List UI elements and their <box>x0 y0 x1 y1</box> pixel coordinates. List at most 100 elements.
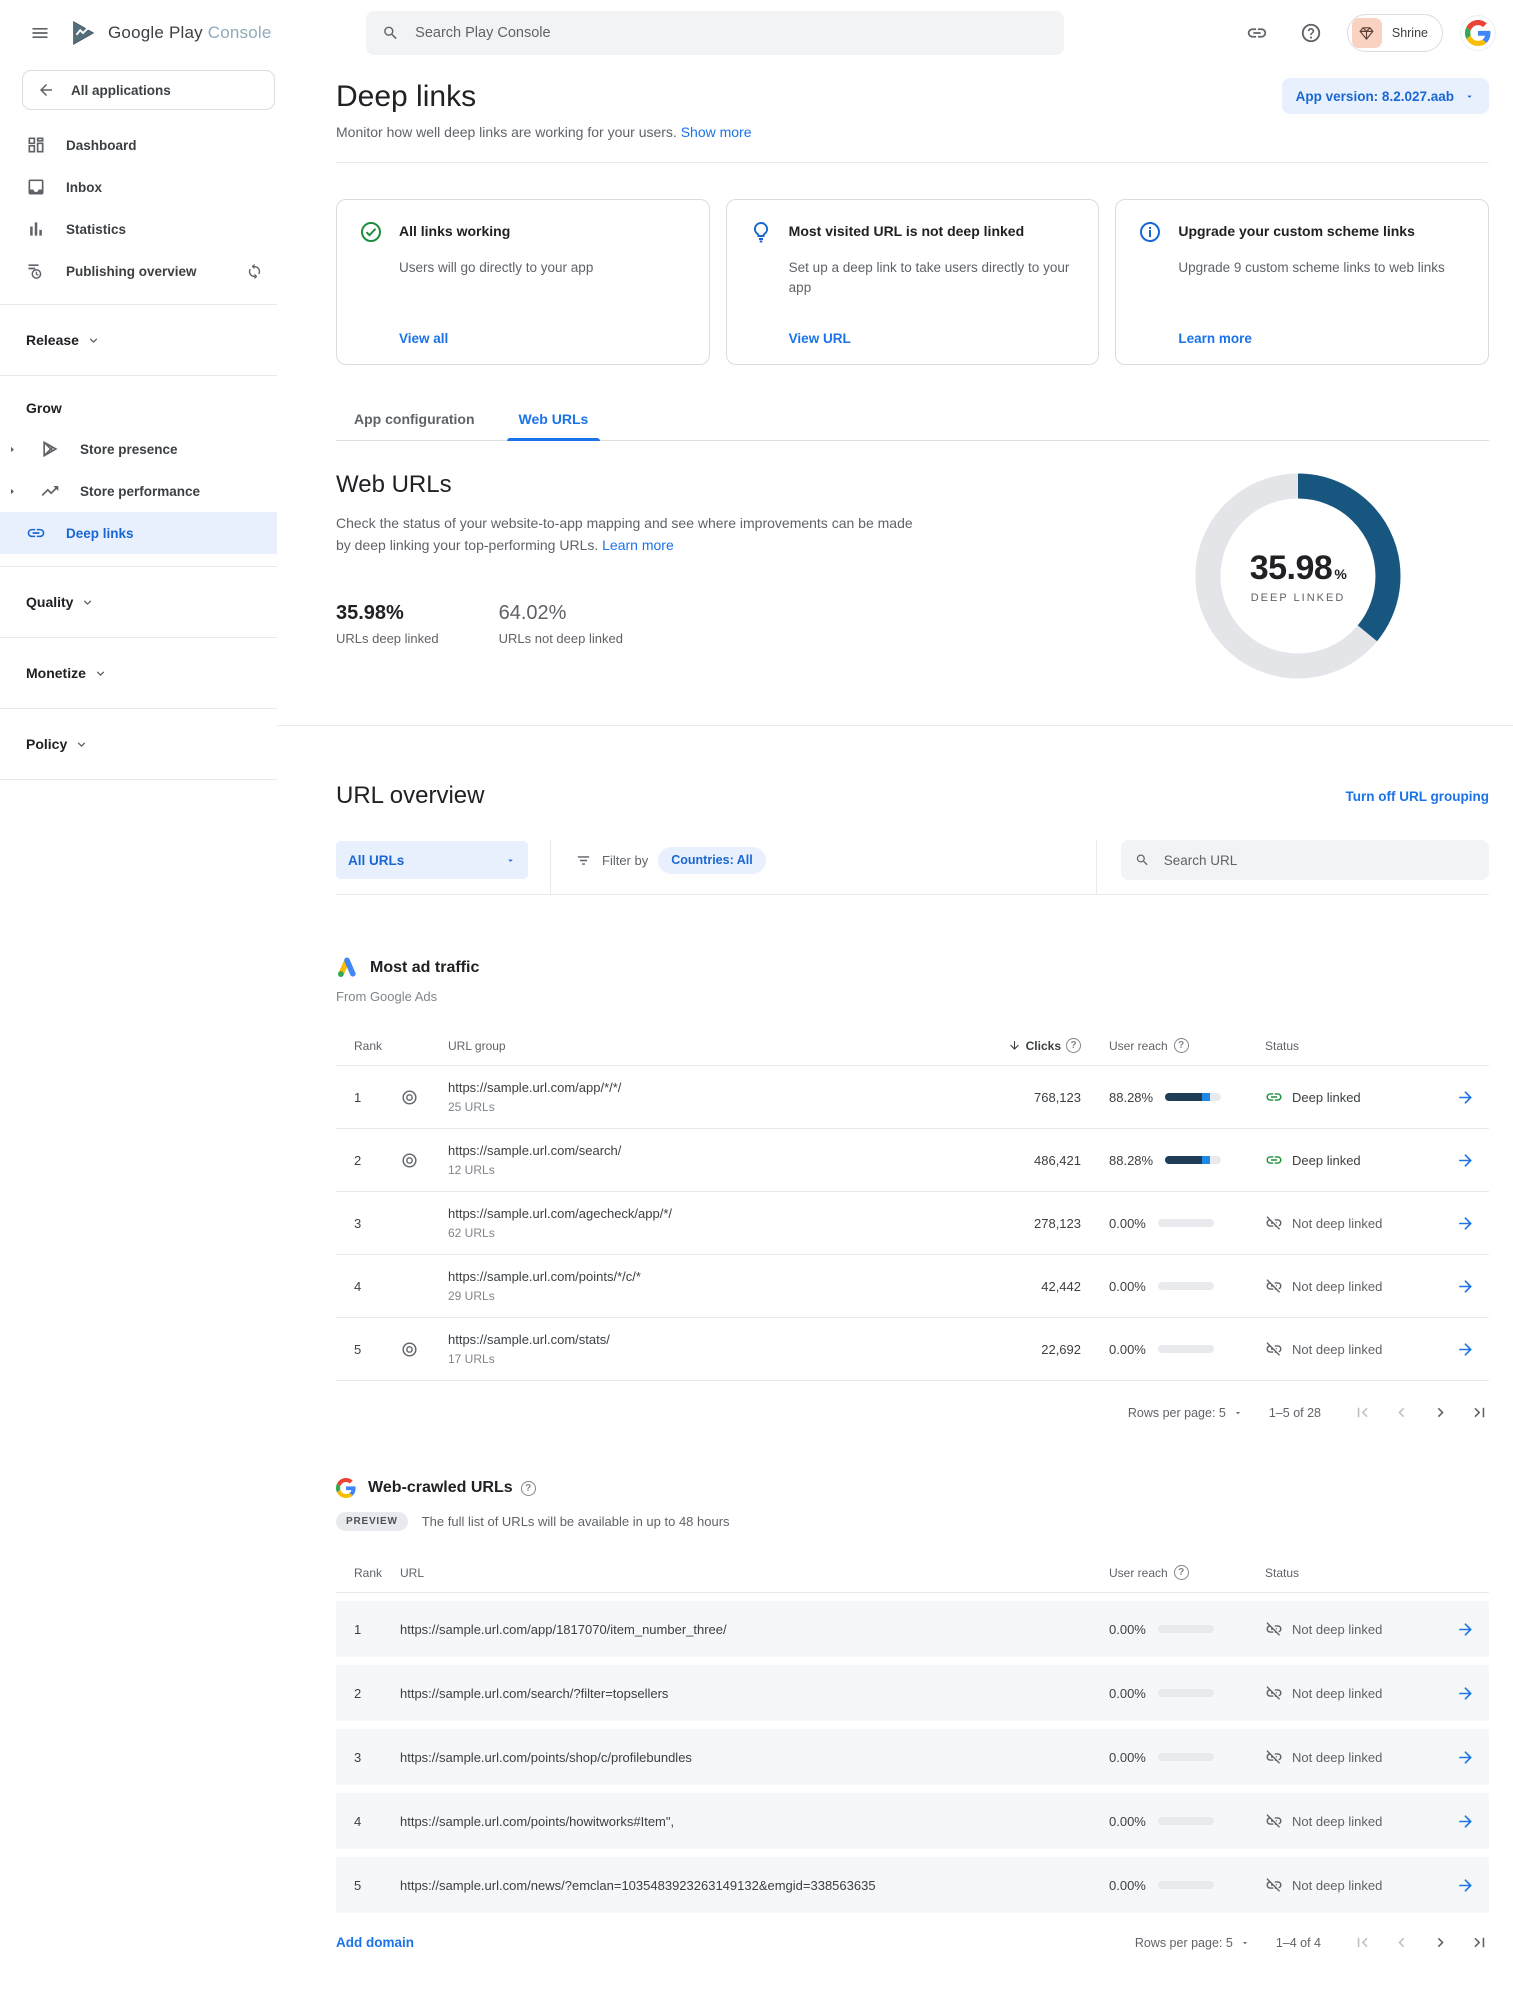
url: https://sample.url.com/points/howitworks… <box>400 1814 1081 1829</box>
table-row[interactable]: 3 https://sample.url.com/agecheck/app/*/… <box>336 1192 1489 1255</box>
stat-deep-linked: 35.98% URLs deep linked <box>336 602 439 646</box>
prev-page-icon[interactable] <box>1392 1403 1411 1422</box>
table-row[interactable]: 4 https://sample.url.com/points/*/c/*29 … <box>336 1255 1489 1318</box>
sidebar-section-quality[interactable]: Quality <box>0 579 277 625</box>
sidebar-section-monetize[interactable]: Monetize <box>0 650 277 696</box>
sidebar-item-label: Store performance <box>80 484 200 499</box>
deep-links-icon <box>26 523 46 543</box>
global-search[interactable] <box>366 11 1064 55</box>
next-page-icon[interactable] <box>1431 1403 1450 1422</box>
all-applications-button[interactable]: All applications <box>22 70 275 110</box>
preview-target-icon[interactable] <box>400 1151 419 1170</box>
open-row-arrow-icon[interactable] <box>1441 1748 1489 1767</box>
donut-caption: DEEP LINKED <box>1251 592 1346 604</box>
turn-off-url-grouping-link[interactable]: Turn off URL grouping <box>1346 789 1489 804</box>
stat-not-deep-linked: 64.02% URLs not deep linked <box>499 602 623 646</box>
preview-target-icon[interactable] <box>400 1088 419 1107</box>
sync-icon[interactable] <box>246 263 263 280</box>
sidebar-item-dashboard[interactable]: Dashboard <box>0 124 277 166</box>
url-group: https://sample.url.com/stats/ <box>448 1332 961 1347</box>
sidebar-section-policy[interactable]: Policy <box>0 721 277 767</box>
last-page-icon[interactable] <box>1470 1933 1489 1952</box>
sidebar-item-store-presence[interactable]: Store presence <box>0 428 277 470</box>
next-page-icon[interactable] <box>1431 1933 1450 1952</box>
url-search[interactable] <box>1121 840 1489 880</box>
sidebar-item-store-performance[interactable]: Store performance <box>0 470 277 512</box>
open-row-arrow-icon[interactable] <box>1441 1876 1489 1895</box>
expand-caret-icon <box>8 445 17 454</box>
col-clicks[interactable]: Clicks ? <box>961 1038 1081 1053</box>
view-all-link[interactable]: View all <box>399 315 687 346</box>
play-console-logo[interactable]: Google Play Console <box>68 18 318 48</box>
user-reach-help-icon[interactable]: ? <box>1174 1565 1189 1580</box>
sidebar-item-publishing-overview[interactable]: Publishing overview <box>0 250 277 292</box>
table-row[interactable]: 5 https://sample.url.com/stats/17 URLs 2… <box>336 1318 1489 1381</box>
sidebar-item-deep-links[interactable]: Deep links <box>0 512 277 554</box>
view-url-link[interactable]: View URL <box>789 315 1077 346</box>
first-page-icon[interactable] <box>1353 1403 1372 1422</box>
last-page-icon[interactable] <box>1470 1403 1489 1422</box>
prev-page-icon[interactable] <box>1392 1933 1411 1952</box>
search-input[interactable] <box>413 24 1048 42</box>
top-app-bar: Google Play Console Shrine <box>0 0 1513 66</box>
deep-linked-donut-chart: 35.98% DEEP LINKED <box>1193 471 1403 681</box>
google-account-avatar[interactable] <box>1461 16 1495 50</box>
show-more-link[interactable]: Show more <box>681 124 752 140</box>
not-deep-linked-icon <box>1265 1876 1283 1894</box>
hamburger-menu-icon[interactable] <box>20 13 60 53</box>
web-crawled-help-icon[interactable]: ? <box>521 1481 536 1496</box>
tab-web-urls[interactable]: Web URLs <box>501 411 607 440</box>
first-page-icon[interactable] <box>1353 1933 1372 1952</box>
web-urls-title: Web URLs <box>336 471 926 499</box>
preview-target-icon[interactable] <box>400 1340 419 1359</box>
rows-per-page-dropdown[interactable]: Rows per page: 5 <box>1128 1406 1243 1420</box>
reach-value: 0.00% <box>1109 1622 1146 1637</box>
learn-more-link[interactable]: Learn more <box>1178 315 1466 346</box>
web-urls-summary: Web URLs Check the status of your websit… <box>336 471 1489 681</box>
rows-per-page-dropdown[interactable]: Rows per page: 5 <box>1135 1936 1250 1950</box>
open-row-arrow-icon[interactable] <box>1441 1214 1489 1233</box>
sidebar-section-release[interactable]: Release <box>0 317 277 363</box>
open-row-arrow-icon[interactable] <box>1441 1151 1489 1170</box>
table-row[interactable]: 3 https://sample.url.com/points/shop/c/p… <box>336 1729 1489 1785</box>
tab-app-configuration[interactable]: App configuration <box>336 411 493 440</box>
url-overview-title: URL overview <box>336 782 485 810</box>
ad-traffic-table-header: Rank URL group Clicks ? User reach ? Sta… <box>336 1038 1489 1066</box>
open-row-arrow-icon[interactable] <box>1441 1812 1489 1831</box>
clicks-value: 768,123 <box>961 1090 1081 1105</box>
app-version-selector[interactable]: App version: 8.2.027.aab <box>1282 78 1489 114</box>
open-row-arrow-icon[interactable] <box>1441 1684 1489 1703</box>
url-type-dropdown[interactable]: All URLs <box>336 841 528 879</box>
all-applications-label: All applications <box>71 83 171 98</box>
status-badge: Not deep linked <box>1251 1214 1441 1232</box>
open-row-arrow-icon[interactable] <box>1441 1620 1489 1639</box>
table-row[interactable]: 1 https://sample.url.com/app/*/*/25 URLs… <box>336 1066 1489 1129</box>
statistics-icon <box>26 219 46 239</box>
help-icon[interactable] <box>1293 15 1329 51</box>
check-circle-icon <box>359 220 383 244</box>
countries-filter-chip[interactable]: Countries: All <box>658 847 765 874</box>
open-row-arrow-icon[interactable] <box>1441 1088 1489 1107</box>
reach-value: 0.00% <box>1109 1814 1146 1829</box>
user-reach-help-icon[interactable]: ? <box>1174 1038 1189 1053</box>
clicks-value: 22,692 <box>961 1342 1081 1357</box>
status-badge: Deep linked <box>1251 1151 1441 1169</box>
link-shortcut-icon[interactable] <box>1239 15 1275 51</box>
open-row-arrow-icon[interactable] <box>1441 1340 1489 1359</box>
table-row[interactable]: 2 https://sample.url.com/search/12 URLs … <box>336 1129 1489 1192</box>
table-row[interactable]: 5 https://sample.url.com/news/?emclan=10… <box>336 1857 1489 1913</box>
app-switcher-chip[interactable]: Shrine <box>1347 14 1443 52</box>
learn-more-link[interactable]: Learn more <box>602 537 674 553</box>
table-row[interactable]: 4 https://sample.url.com/points/howitwor… <box>336 1793 1489 1849</box>
sidebar-item-inbox[interactable]: Inbox <box>0 166 277 208</box>
table-row[interactable]: 2 https://sample.url.com/search/?filter=… <box>336 1665 1489 1721</box>
not-deep-linked-icon <box>1265 1214 1283 1232</box>
sidebar-item-statistics[interactable]: Statistics <box>0 208 277 250</box>
add-domain-link[interactable]: Add domain <box>336 1935 414 1950</box>
dropdown-caret-icon <box>1233 1408 1243 1418</box>
table-row[interactable]: 1 https://sample.url.com/app/1817070/ite… <box>336 1601 1489 1657</box>
open-row-arrow-icon[interactable] <box>1441 1277 1489 1296</box>
url-search-input[interactable] <box>1162 852 1475 869</box>
clicks-help-icon[interactable]: ? <box>1066 1038 1081 1053</box>
url-count: 17 URLs <box>448 1352 961 1366</box>
